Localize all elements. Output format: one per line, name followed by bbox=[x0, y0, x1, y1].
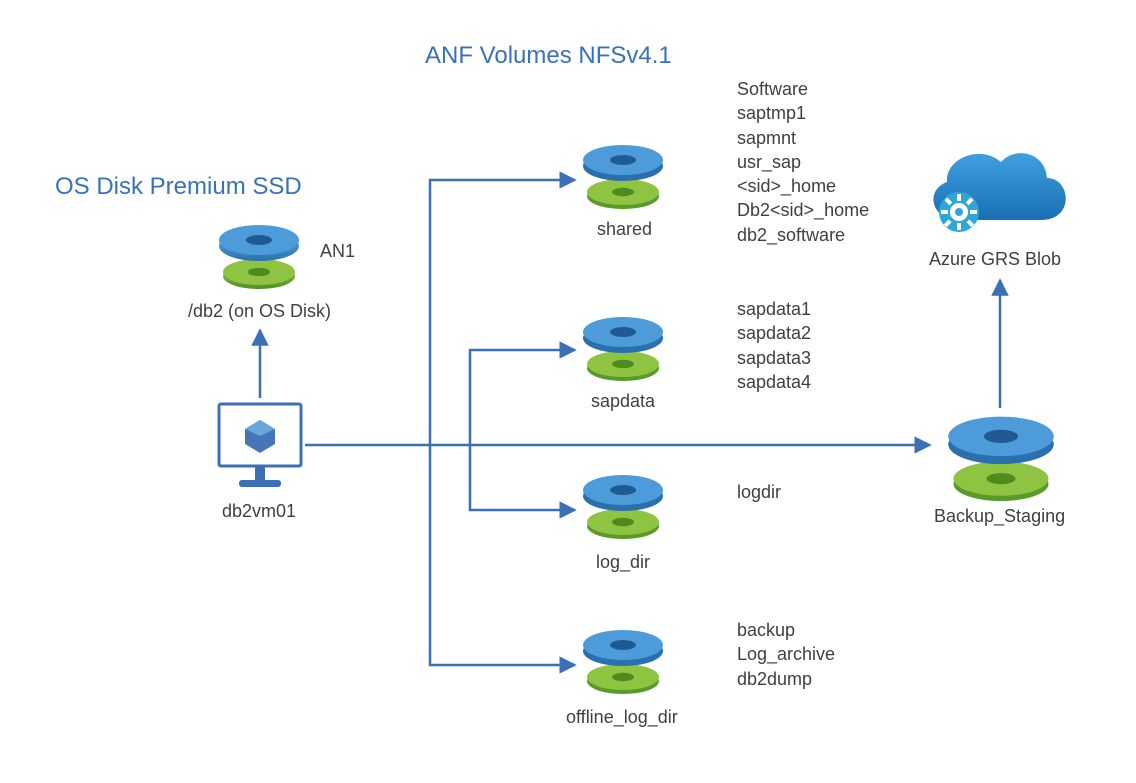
os-disk-note: AN1 bbox=[320, 240, 355, 263]
anf-logdir-contents: logdir bbox=[737, 480, 781, 504]
anf-logdir-icon bbox=[578, 470, 668, 542]
anf-logdir-name: log_dir bbox=[596, 551, 650, 574]
vm-name: db2vm01 bbox=[222, 500, 296, 523]
connector-lines bbox=[0, 0, 1136, 783]
anf-shared-contents: Softwaresaptmp1sapmntusr_sap<sid>_homeDb… bbox=[737, 77, 869, 247]
os-disk-icon bbox=[214, 220, 304, 292]
backup-staging-name: Backup_Staging bbox=[934, 505, 1065, 528]
anf-sapdata-icon bbox=[578, 312, 668, 384]
anf-sapdata-contents: sapdata1sapdata2sapdata3sapdata4 bbox=[737, 297, 811, 394]
azure-blob-cloud-icon bbox=[915, 130, 1075, 240]
anf-offlinelogdir-contents: backupLog_archivedb2dump bbox=[737, 618, 835, 691]
azure-blob-name: Azure GRS Blob bbox=[929, 248, 1061, 271]
anf-shared-name: shared bbox=[597, 218, 652, 241]
backup-staging-icon bbox=[936, 410, 1066, 505]
title-anf-volumes: ANF Volumes NFSv4.1 bbox=[425, 42, 672, 70]
anf-shared-icon bbox=[578, 140, 668, 212]
title-os-disk: OS Disk Premium SSD bbox=[55, 173, 302, 201]
vm-icon bbox=[215, 400, 305, 495]
os-disk-path: /db2 (on OS Disk) bbox=[188, 300, 331, 323]
anf-sapdata-name: sapdata bbox=[591, 390, 655, 413]
anf-offlinelogdir-name: offline_log_dir bbox=[566, 706, 678, 729]
anf-offlinelogdir-icon bbox=[578, 625, 668, 697]
